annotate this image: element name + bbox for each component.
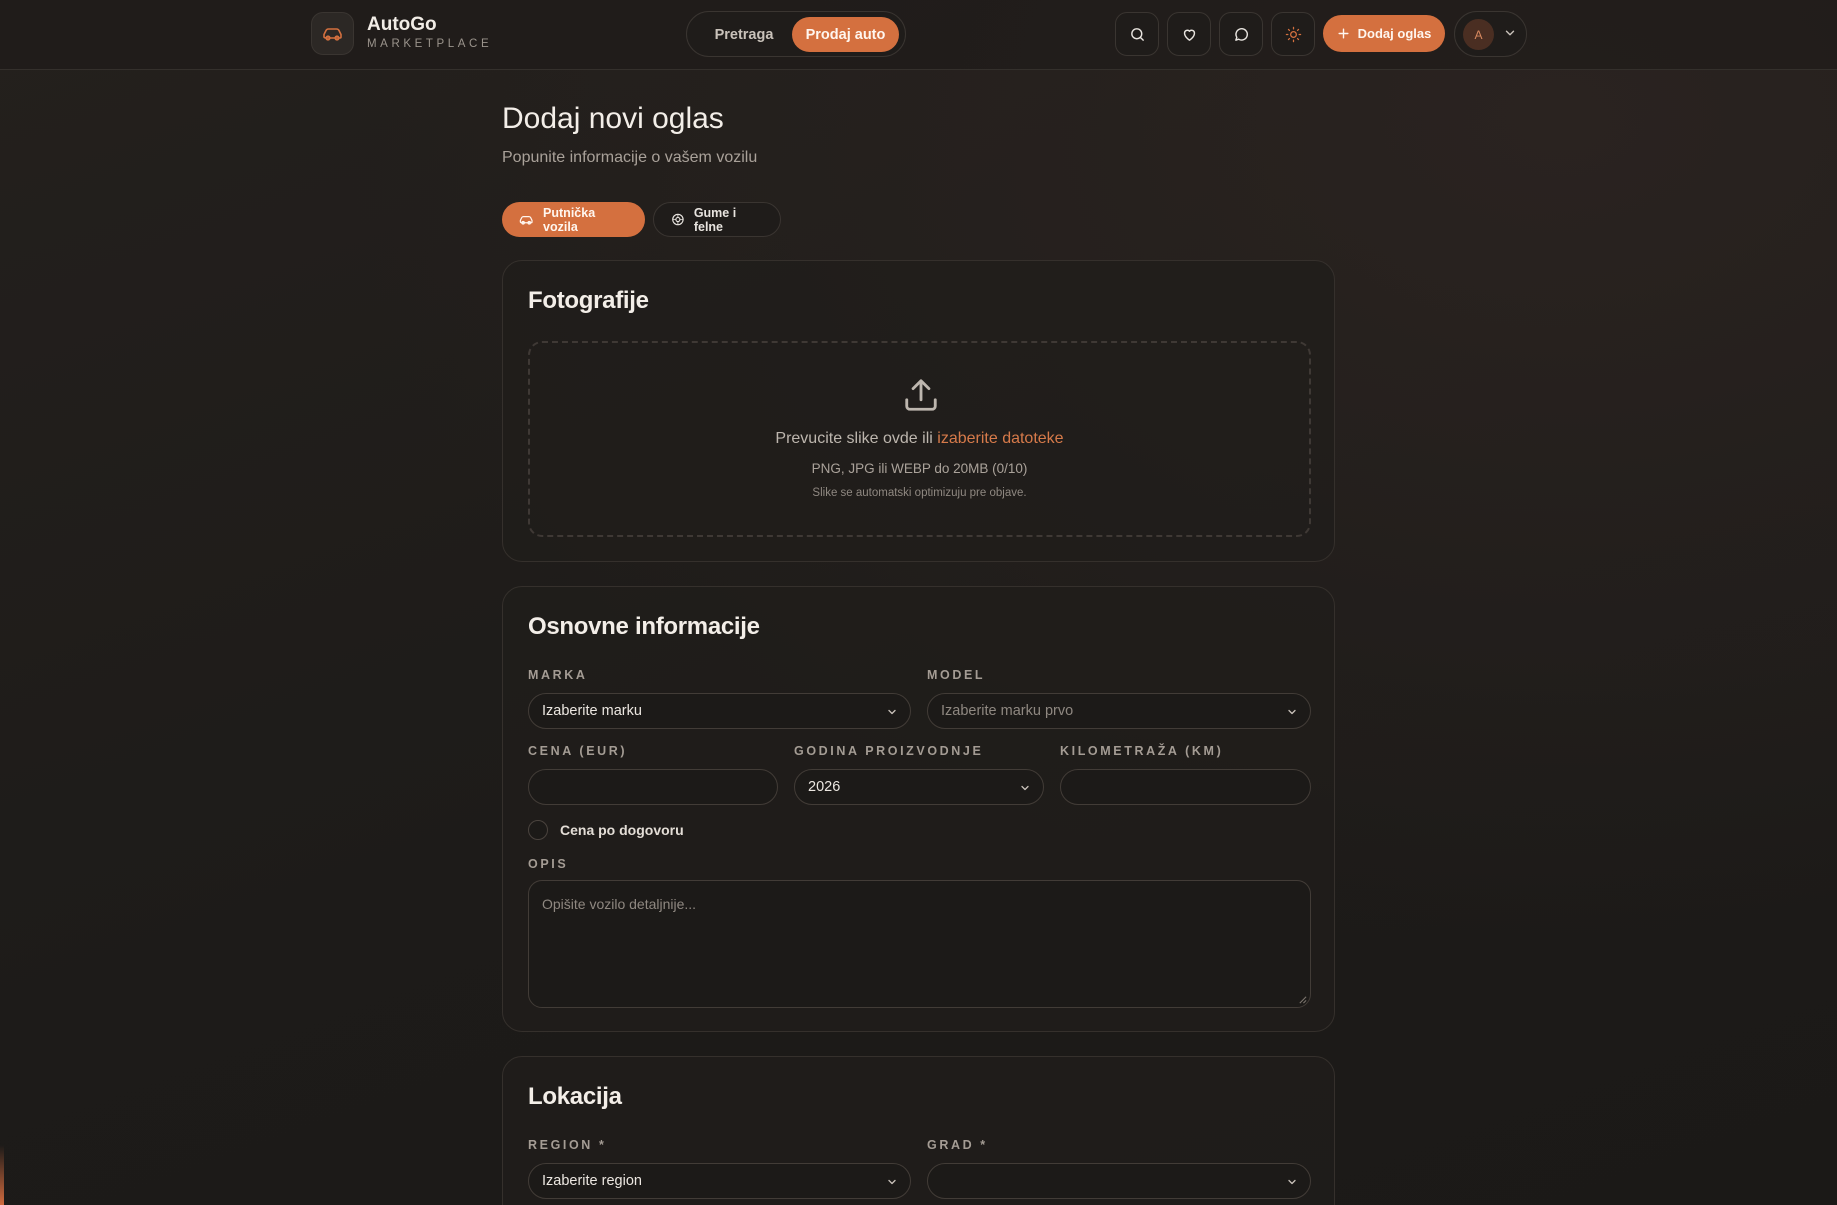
chevron-down-icon: [1505, 30, 1515, 36]
dropzone-instruction: Prevucite slike ovde ili: [775, 430, 933, 447]
category-tab-tires-rims[interactable]: Gume i felne: [653, 202, 781, 237]
description-textarea[interactable]: Opišite vozilo detaljnije...: [528, 880, 1311, 1008]
nav-search-tab[interactable]: Pretraga: [692, 17, 796, 52]
dropzone-note: Slike se automatski optimizuju pre objav…: [812, 487, 1027, 499]
car-icon: [322, 27, 342, 41]
main-nav-toggle: Pretraga Prodaj auto: [686, 11, 906, 57]
search-button[interactable]: [1115, 12, 1159, 56]
top-header: AutoGo MARKETPLACE Pretraga Prodaj auto …: [0, 0, 1837, 70]
favorites-button[interactable]: [1167, 12, 1211, 56]
photos-title: Fotografije: [528, 287, 649, 314]
region-select[interactable]: Izaberite region: [528, 1163, 911, 1199]
nav-sell-tab[interactable]: Prodaj auto: [792, 17, 899, 52]
category-tab-passenger-cars[interactable]: Putnička vozila: [502, 202, 645, 237]
region-label: REGION *: [528, 1138, 607, 1152]
messages-button[interactable]: [1219, 12, 1263, 56]
heart-icon: [1183, 29, 1195, 41]
negotiable-label[interactable]: Cena po dogovoru: [560, 822, 684, 838]
dropzone-text: Prevucite slike ovde ili izaberite datot…: [530, 430, 1309, 448]
upload-icon: [905, 379, 937, 411]
brand-label: MARKA: [528, 668, 588, 682]
chat-icon: [1234, 27, 1248, 41]
photo-dropzone[interactable]: Prevucite slike ovde ili izaberite datot…: [528, 341, 1311, 537]
add-ad-label: Dodaj oglas: [1357, 26, 1432, 41]
basic-info-title: Osnovne informacije: [528, 613, 760, 640]
chevron-down-icon: [1021, 785, 1029, 791]
category-label: Gume i felne: [693, 205, 737, 234]
city-label: GRAD *: [927, 1138, 988, 1152]
category-label: Putnička vozila: [543, 205, 596, 234]
theme-toggle-button[interactable]: [1271, 12, 1315, 56]
mileage-input[interactable]: [1060, 769, 1311, 805]
mileage-label: KILOMETRAŽA (KM): [1060, 744, 1224, 758]
page-title: Dodaj novi oglas: [502, 102, 724, 135]
page-subtitle: Popunite informacije o vašem vozilu: [502, 149, 758, 166]
brand-select[interactable]: Izaberite marku: [528, 693, 911, 729]
left-edge-accent: [0, 1145, 4, 1205]
search-icon: [1130, 27, 1144, 41]
dropzone-file-hint: PNG, JPG ili WEBP do 20MB (0/10): [811, 461, 1028, 476]
year-select-value: 2026: [808, 779, 841, 795]
description-label: OPIS: [528, 857, 569, 871]
add-ad-button[interactable]: Dodaj oglas: [1323, 15, 1445, 52]
app-name: AutoGo: [367, 14, 437, 35]
location-title: Lokacija: [528, 1083, 622, 1110]
choose-files-link[interactable]: izaberite datoteke: [937, 430, 1063, 447]
resize-grip-icon[interactable]: [1298, 995, 1307, 1004]
photos-card: Fotografije Prevucite slike ovde ili iza…: [502, 260, 1335, 562]
avatar: A: [1463, 19, 1494, 50]
location-card: Lokacija REGION * Izaberite region GRAD …: [502, 1056, 1335, 1205]
region-select-value: Izaberite region: [542, 1173, 642, 1189]
chevron-down-icon: [1288, 709, 1296, 715]
sun-icon: [1285, 26, 1301, 42]
brand-select-value: Izaberite marku: [542, 703, 642, 719]
price-input[interactable]: [528, 769, 778, 805]
tire-icon: [672, 213, 684, 226]
price-label: CENA (EUR): [528, 744, 628, 758]
model-label: MODEL: [927, 668, 986, 682]
model-select-placeholder: Izaberite marku prvo: [941, 703, 1074, 719]
year-label: GODINA PROIZVODNJE: [794, 744, 984, 758]
user-menu[interactable]: A: [1454, 11, 1527, 57]
chevron-down-icon: [888, 709, 896, 715]
car-icon: [519, 215, 533, 225]
description-placeholder: Opišite vozilo detaljnije...: [542, 896, 697, 912]
logo-badge[interactable]: [311, 12, 354, 55]
city-select[interactable]: [927, 1163, 1311, 1199]
negotiable-checkbox[interactable]: [528, 820, 548, 840]
app-tagline: MARKETPLACE: [367, 38, 493, 50]
year-select[interactable]: 2026: [794, 769, 1044, 805]
chevron-down-icon: [1288, 1179, 1296, 1185]
basic-info-card: Osnovne informacije MARKA Izaberite mark…: [502, 586, 1335, 1032]
model-select[interactable]: Izaberite marku prvo: [927, 693, 1311, 729]
plus-icon: [1338, 28, 1349, 39]
chevron-down-icon: [888, 1179, 896, 1185]
